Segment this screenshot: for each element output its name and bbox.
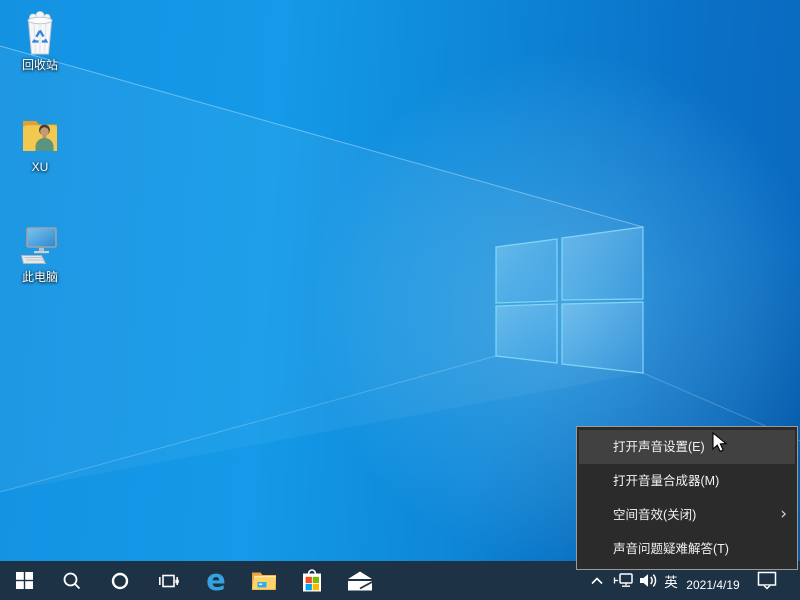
file-explorer-icon (251, 570, 277, 591)
menu-item-label: 打开音量合成器(M) (613, 474, 719, 488)
file-explorer-button[interactable] (240, 561, 288, 600)
this-pc-icon (20, 222, 60, 268)
task-view-button[interactable] (144, 561, 192, 600)
user-folder-icon (20, 112, 60, 158)
submenu-chevron-icon: › (780, 498, 787, 531)
store-button[interactable] (288, 561, 336, 600)
store-icon (300, 567, 324, 595)
desktop-icon-recycle-bin[interactable]: 回收站 (2, 10, 78, 72)
edge-button[interactable]: e (192, 561, 240, 600)
desktop[interactable]: 回收站 XU (0, 0, 800, 600)
menu-item-troubleshoot-sound[interactable]: 声音问题疑难解答(T) (579, 532, 795, 566)
menu-item-spatial-sound[interactable]: 空间音效(关闭) › (579, 498, 795, 532)
date-text: 2021/4/19 (681, 578, 745, 592)
recycle-bin-icon (20, 10, 60, 56)
cortana-icon (110, 571, 130, 591)
menu-item-open-sound-settings[interactable]: 打开声音设置(E) (579, 430, 795, 464)
start-icon (16, 572, 33, 589)
menu-item-label: 声音问题疑难解答(T) (613, 542, 729, 556)
desktop-icon-label: XU (32, 161, 49, 174)
volume-context-menu: 打开声音设置(E) 打开音量合成器(M) 空间音效(关闭) › 声音问题疑难解答… (576, 426, 798, 570)
start-button[interactable] (0, 561, 48, 600)
task-view-icon (158, 571, 179, 591)
desktop-icon-label: 回收站 (22, 59, 58, 72)
mail-button[interactable] (336, 561, 384, 600)
network-icon (612, 572, 634, 589)
cortana-button[interactable] (96, 561, 144, 600)
speaker-icon (638, 572, 660, 589)
chevron-up-icon (590, 576, 604, 586)
desktop-icon-user-folder[interactable]: XU (2, 112, 78, 174)
menu-item-label: 空间音效(关闭) (613, 508, 696, 522)
desktop-icon-this-pc[interactable]: 此电脑 (2, 222, 78, 284)
search-button[interactable] (48, 561, 96, 600)
menu-item-open-volume-mixer[interactable]: 打开音量合成器(M) (579, 464, 795, 498)
edge-icon: e (201, 566, 231, 596)
menu-item-label: 打开声音设置(E) (613, 440, 705, 454)
svg-text:e: e (206, 566, 226, 596)
mail-icon (346, 569, 374, 593)
ime-label: 英 (664, 571, 678, 591)
search-icon (62, 571, 82, 591)
desktop-icon-label: 此电脑 (22, 271, 58, 284)
action-center-icon (757, 571, 777, 590)
